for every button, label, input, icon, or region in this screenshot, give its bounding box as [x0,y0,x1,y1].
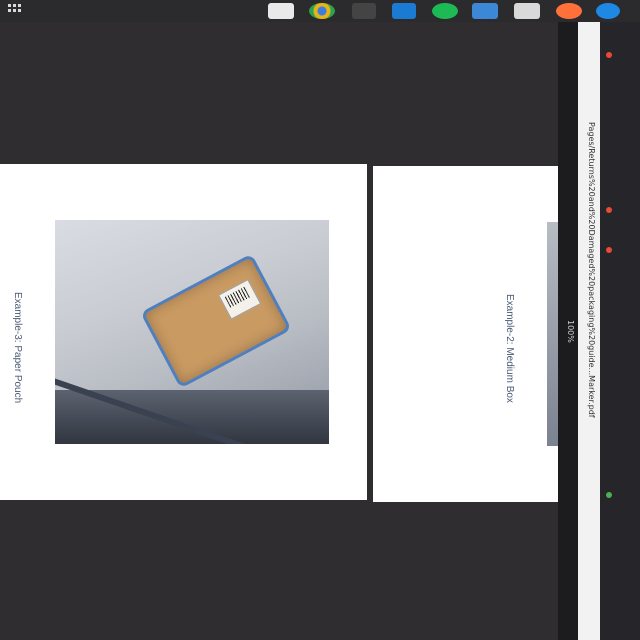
browser-tabs [600,22,640,640]
firefox-icon[interactable] [556,3,582,19]
zoom-level: 100% [566,320,575,343]
spotify-icon[interactable] [432,3,458,19]
pdf-page: Example-2: Medium Box [373,166,558,502]
package-photo [55,220,329,444]
edge-icon[interactable] [596,3,620,19]
window-icon[interactable] [514,3,540,19]
tab-icon[interactable] [606,52,612,58]
copilot-icon[interactable] [392,3,416,19]
page-caption: Example-3: Paper Pouch [12,292,23,404]
package-photo [547,222,558,446]
paper-pouch [140,253,292,389]
pdf-viewer[interactable]: Example-3: Paper Pouch Example-2: Medium… [0,22,558,640]
gmail-icon[interactable] [268,3,294,19]
app-icon[interactable] [472,3,498,19]
apps-grid-icon[interactable] [8,4,28,18]
pdf-page: Example-3: Paper Pouch [0,164,367,500]
tab-icon[interactable] [606,207,612,213]
tab-icon[interactable] [606,492,612,498]
address-bar[interactable]: Pages/Returns%20and%20Damaged%20packagin… [587,122,596,418]
taskbar [0,0,640,22]
app-icon[interactable] [352,3,376,19]
browser-toolbar: Pages/Returns%20and%20Damaged%20packagin… [578,22,600,640]
shipping-label [218,279,262,320]
page-caption: Example-2: Medium Box [504,294,515,403]
tab-icon[interactable] [606,247,612,253]
chrome-icon[interactable] [309,3,335,19]
